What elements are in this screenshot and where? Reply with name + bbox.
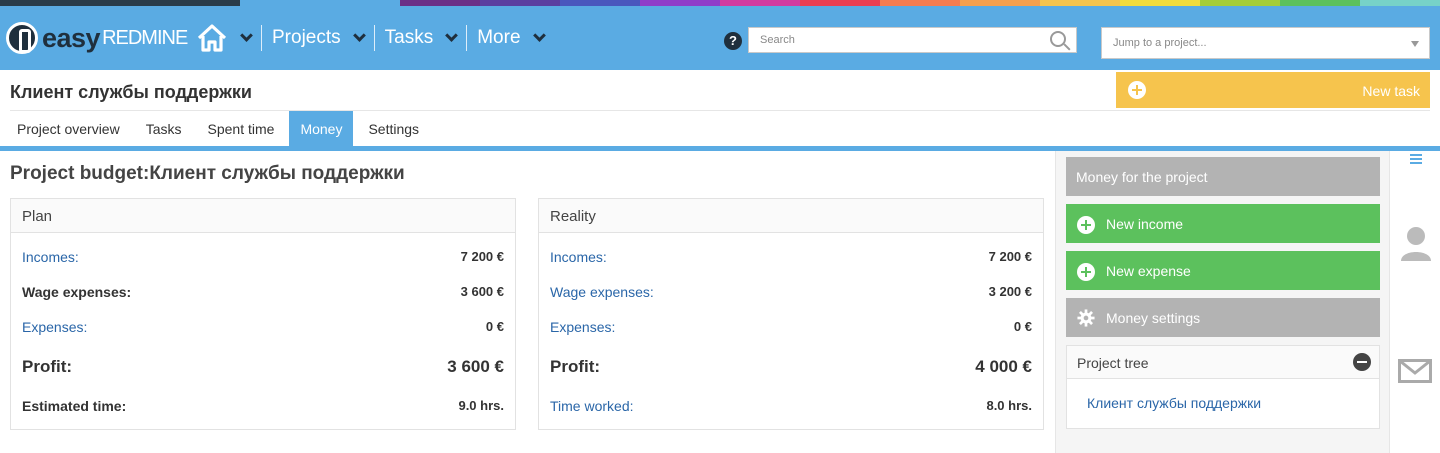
project-tree-item[interactable]: Клиент службы поддержки — [1087, 395, 1261, 411]
reality-time-link[interactable]: Time worked: — [550, 398, 634, 414]
new-income-label: New income — [1106, 216, 1184, 232]
plan-panel: Plan Incomes: 7 200 € Wage expenses: 3 6… — [10, 198, 516, 430]
reality-incomes-link[interactable]: Incomes: — [550, 249, 607, 265]
gear-icon — [1077, 309, 1095, 327]
project-tabs: Project overview Tasks Spent time Money … — [6, 111, 434, 147]
plan-time-value: 9.0 hrs. — [458, 398, 504, 413]
new-income-button[interactable]: New income — [1066, 204, 1380, 243]
tab-money[interactable]: Money — [289, 111, 354, 147]
menu-projects[interactable]: Projects — [262, 25, 374, 51]
plan-time-row: Estimated time: 9.0 hrs. — [22, 398, 504, 414]
home-icon — [197, 24, 227, 52]
plan-time-label: Estimated time: — [22, 398, 127, 414]
sidebar: Money for the project New income New exp… — [1055, 151, 1389, 453]
page-title: Project budget:Клиент службы поддержки — [10, 163, 405, 184]
jump-to-project-select[interactable]: Jump to a project... — [1101, 27, 1430, 59]
new-task-button[interactable]: New task — [1116, 72, 1430, 108]
plan-incomes-row: Incomes: 7 200 € — [22, 249, 504, 265]
search-placeholder: Search — [760, 34, 795, 46]
reality-incomes-row: Incomes: 7 200 € — [550, 249, 1032, 265]
reality-wage-link[interactable]: Wage expenses: — [550, 284, 654, 300]
project-title: Клиент службы поддержки — [10, 82, 252, 102]
reality-incomes-value: 7 200 € — [988, 249, 1032, 264]
reality-profit-value: 4 000 € — [975, 357, 1032, 376]
reality-wage-value: 3 200 € — [988, 284, 1032, 299]
reality-expenses-row: Expenses: 0 € — [550, 319, 1032, 335]
chevron-down-icon[interactable] — [352, 28, 366, 42]
collapse-icon[interactable] — [1353, 353, 1371, 371]
menu-more[interactable]: More — [467, 25, 553, 51]
reality-time-row: Time worked: 8.0 hrs. — [550, 398, 1032, 414]
menu-more-label: More — [477, 27, 521, 48]
mail-icon[interactable] — [1398, 359, 1432, 383]
chevron-down-icon[interactable] — [445, 28, 459, 42]
search-icon[interactable] — [1050, 31, 1066, 47]
plan-profit-value: 3 600 € — [447, 357, 504, 376]
project-tree-panel: Project tree Клиент службы поддержки — [1066, 345, 1380, 429]
reality-wage-row: Wage expenses: 3 200 € — [550, 284, 1032, 300]
plan-profit-label: Profit: — [22, 357, 73, 376]
jump-placeholder: Jump to a project... — [1113, 37, 1207, 49]
new-task-label: New task — [1362, 83, 1420, 99]
home-menu[interactable] — [196, 24, 261, 52]
money-for-project-button[interactable]: Money for the project — [1066, 157, 1380, 196]
logo[interactable]: easy REDMINE — [6, 22, 188, 54]
plan-wage-label: Wage expenses: — [22, 284, 132, 300]
new-expense-button[interactable]: New expense — [1066, 251, 1380, 290]
reality-panel-title: Reality — [539, 199, 1043, 233]
logo-redmine-text: REDMINE — [102, 26, 188, 49]
money-settings-label: Money settings — [1106, 310, 1201, 326]
chevron-down-icon[interactable] — [532, 28, 546, 42]
user-icon[interactable] — [1399, 225, 1433, 261]
tab-settings[interactable]: Settings — [357, 111, 430, 147]
power-icon — [6, 22, 38, 54]
right-toolbar — [1389, 151, 1440, 453]
tab-project-overview[interactable]: Project overview — [6, 111, 131, 147]
project-tree-header: Project tree — [1067, 346, 1379, 379]
tab-spent-time[interactable]: Spent time — [197, 111, 286, 147]
logo-easy-text: easy — [42, 22, 101, 53]
project-tree-title: Project tree — [1077, 355, 1149, 371]
plus-icon — [1077, 263, 1095, 281]
plan-expenses-value: 0 € — [485, 319, 504, 334]
tab-tasks[interactable]: Tasks — [135, 111, 193, 147]
main-menu: Projects Tasks More — [196, 6, 554, 70]
reality-expenses-link[interactable]: Expenses: — [550, 319, 615, 335]
plan-incomes-link[interactable]: Incomes: — [22, 249, 79, 265]
menu-tasks[interactable]: Tasks — [375, 25, 467, 51]
menu-projects-label: Projects — [272, 27, 341, 48]
money-for-project-label: Money for the project — [1076, 169, 1208, 185]
reality-profit-row: Profit: 4 000 € — [550, 357, 1032, 377]
search-input[interactable]: Search — [748, 27, 1077, 53]
plan-wage-value: 3 600 € — [460, 284, 504, 299]
menu-tasks-label: Tasks — [384, 27, 434, 48]
reality-time-value: 8.0 hrs. — [986, 398, 1032, 413]
reality-panel: Reality Incomes: 7 200 € Wage expenses: … — [538, 198, 1044, 430]
plan-expenses-row: Expenses: 0 € — [22, 319, 504, 335]
top-navigation-bar: easy REDMINE Projects Tasks More ? Searc… — [0, 6, 1440, 70]
new-expense-label: New expense — [1106, 263, 1191, 279]
help-icon[interactable]: ? — [724, 32, 742, 50]
chevron-down-icon[interactable] — [240, 28, 253, 42]
plus-icon — [1077, 216, 1095, 234]
plan-incomes-value: 7 200 € — [460, 249, 504, 264]
plus-icon — [1128, 81, 1146, 99]
menu-icon[interactable] — [1409, 153, 1423, 165]
plan-profit-row: Profit: 3 600 € — [22, 357, 504, 377]
reality-profit-label: Profit: — [550, 357, 601, 376]
reality-expenses-value: 0 € — [1013, 319, 1032, 334]
plan-panel-title: Plan — [11, 199, 515, 233]
plan-wage-row: Wage expenses: 3 600 € — [22, 284, 504, 300]
dropdown-arrow-icon — [1411, 41, 1419, 47]
money-settings-button[interactable]: Money settings — [1066, 298, 1380, 337]
plan-expenses-link[interactable]: Expenses: — [22, 319, 87, 335]
